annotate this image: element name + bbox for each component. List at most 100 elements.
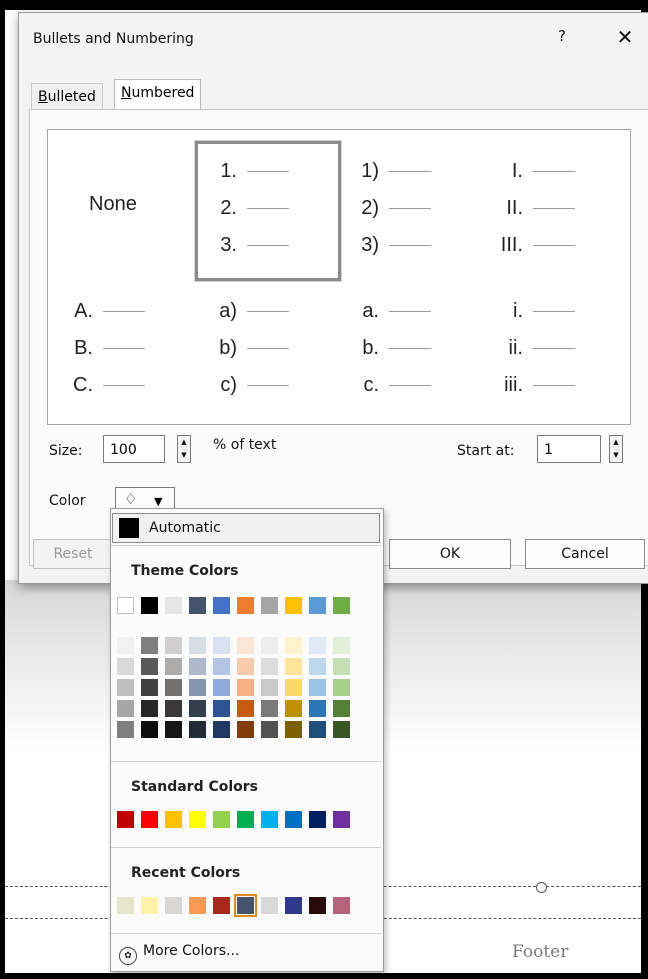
theme-shade-swatch[interactable] [333, 679, 350, 696]
recent-color-swatch[interactable] [333, 897, 350, 914]
theme-shade-swatch[interactable] [213, 658, 230, 675]
theme-shade-swatch[interactable] [189, 637, 206, 654]
theme-shade-swatch[interactable] [117, 700, 134, 717]
standard-color-swatch[interactable] [285, 811, 302, 828]
theme-shade-swatch[interactable] [237, 700, 254, 717]
theme-shade-swatch[interactable] [285, 679, 302, 696]
spin-up-icon[interactable]: ▲ [610, 436, 622, 449]
standard-color-swatch[interactable] [141, 811, 158, 828]
theme-shade-swatch[interactable] [309, 637, 326, 654]
more-colors-option[interactable]: ✿ More Colors... [119, 943, 239, 965]
tab-numbered[interactable]: Numbered [114, 79, 202, 111]
standard-color-swatch[interactable] [165, 811, 182, 828]
theme-color-swatch[interactable] [333, 597, 350, 614]
theme-shade-swatch[interactable] [141, 700, 158, 717]
theme-shade-swatch[interactable] [141, 637, 158, 654]
theme-shade-swatch[interactable] [213, 637, 230, 654]
recent-color-swatch[interactable] [285, 897, 302, 914]
theme-shade-swatch[interactable] [165, 721, 182, 738]
theme-color-swatch[interactable] [261, 597, 278, 614]
theme-shade-swatch[interactable] [333, 700, 350, 717]
spin-down-icon[interactable]: ▼ [178, 449, 190, 462]
theme-color-swatch[interactable] [309, 597, 326, 614]
recent-color-swatch[interactable] [189, 897, 206, 914]
theme-color-swatch[interactable] [165, 597, 182, 614]
theme-shade-swatch[interactable] [309, 658, 326, 675]
size-spinner[interactable]: ▲ ▼ [177, 435, 191, 463]
numbering-option-1-paren[interactable]: 1) 2) 3) [345, 153, 431, 264]
recent-color-swatch[interactable] [165, 897, 182, 914]
numbering-option-alpha-lower-dot[interactable]: a. b. c. [345, 293, 431, 404]
theme-shade-swatch[interactable] [333, 721, 350, 738]
standard-color-swatch[interactable] [117, 811, 134, 828]
theme-shade-swatch[interactable] [189, 700, 206, 717]
numbering-option-roman-upper[interactable]: I. II. III. [489, 153, 575, 264]
theme-shade-swatch[interactable] [189, 721, 206, 738]
spin-up-icon[interactable]: ▲ [178, 436, 190, 449]
ok-button[interactable]: OK [389, 539, 511, 569]
theme-shade-swatch[interactable] [261, 679, 278, 696]
cancel-button[interactable]: Cancel [525, 539, 645, 569]
standard-color-swatch[interactable] [213, 811, 230, 828]
theme-shade-swatch[interactable] [189, 679, 206, 696]
numbering-option-alpha-upper[interactable]: A. B. C. [59, 293, 145, 404]
theme-shade-swatch[interactable] [237, 637, 254, 654]
theme-shade-swatch[interactable] [261, 637, 278, 654]
numbering-option-1-dot[interactable]: 1. 2. 3. [203, 153, 289, 264]
theme-color-swatch[interactable] [141, 597, 158, 614]
theme-color-swatch[interactable] [237, 597, 254, 614]
theme-color-swatch[interactable] [213, 597, 230, 614]
theme-shade-swatch[interactable] [141, 679, 158, 696]
theme-shade-swatch[interactable] [285, 721, 302, 738]
theme-shade-swatch[interactable] [189, 658, 206, 675]
theme-shade-swatch[interactable] [285, 700, 302, 717]
theme-shade-swatch[interactable] [309, 700, 326, 717]
standard-color-swatch[interactable] [237, 811, 254, 828]
theme-shade-swatch[interactable] [117, 658, 134, 675]
standard-color-swatch[interactable] [333, 811, 350, 828]
theme-shade-swatch[interactable] [309, 679, 326, 696]
automatic-color-option[interactable]: Automatic [112, 513, 380, 543]
standard-color-swatch[interactable] [189, 811, 206, 828]
theme-shade-swatch[interactable] [213, 700, 230, 717]
tab-bulleted[interactable]: Bulleted [31, 83, 103, 110]
theme-shade-swatch[interactable] [141, 658, 158, 675]
recent-color-swatch[interactable] [309, 897, 326, 914]
theme-shade-swatch[interactable] [261, 658, 278, 675]
recent-color-swatch[interactable] [261, 897, 278, 914]
reset-button[interactable]: Reset [33, 539, 113, 569]
footer-handle[interactable] [536, 882, 547, 893]
numbering-option-none[interactable]: None [89, 193, 137, 216]
theme-shade-swatch[interactable] [309, 721, 326, 738]
standard-color-swatch[interactable] [261, 811, 278, 828]
theme-shade-swatch[interactable] [237, 721, 254, 738]
theme-shade-swatch[interactable] [117, 679, 134, 696]
theme-shade-swatch[interactable] [333, 637, 350, 654]
theme-color-swatch[interactable] [285, 597, 302, 614]
theme-shade-swatch[interactable] [237, 658, 254, 675]
theme-shade-swatch[interactable] [141, 721, 158, 738]
standard-color-swatch[interactable] [309, 811, 326, 828]
spin-down-icon[interactable]: ▼ [610, 449, 622, 462]
start-at-spinner[interactable]: ▲ ▼ [609, 435, 623, 463]
theme-shade-swatch[interactable] [285, 658, 302, 675]
help-button[interactable]: ? [553, 27, 571, 45]
theme-shade-swatch[interactable] [165, 637, 182, 654]
recent-color-swatch[interactable] [117, 897, 134, 914]
recent-color-swatch[interactable] [141, 897, 158, 914]
theme-color-swatch[interactable] [189, 597, 206, 614]
theme-color-swatch[interactable] [117, 597, 134, 614]
theme-shade-swatch[interactable] [165, 658, 182, 675]
theme-shade-swatch[interactable] [117, 721, 134, 738]
close-icon[interactable]: ✕ [615, 25, 635, 49]
recent-color-swatch[interactable] [234, 894, 257, 917]
theme-shade-swatch[interactable] [261, 721, 278, 738]
numbering-option-roman-lower[interactable]: i. ii. iii. [489, 293, 575, 404]
theme-shade-swatch[interactable] [261, 700, 278, 717]
recent-color-swatch[interactable] [213, 897, 230, 914]
size-input[interactable]: 100 [103, 435, 165, 463]
theme-shade-swatch[interactable] [237, 679, 254, 696]
theme-shade-swatch[interactable] [117, 637, 134, 654]
theme-shade-swatch[interactable] [213, 721, 230, 738]
theme-shade-swatch[interactable] [165, 679, 182, 696]
